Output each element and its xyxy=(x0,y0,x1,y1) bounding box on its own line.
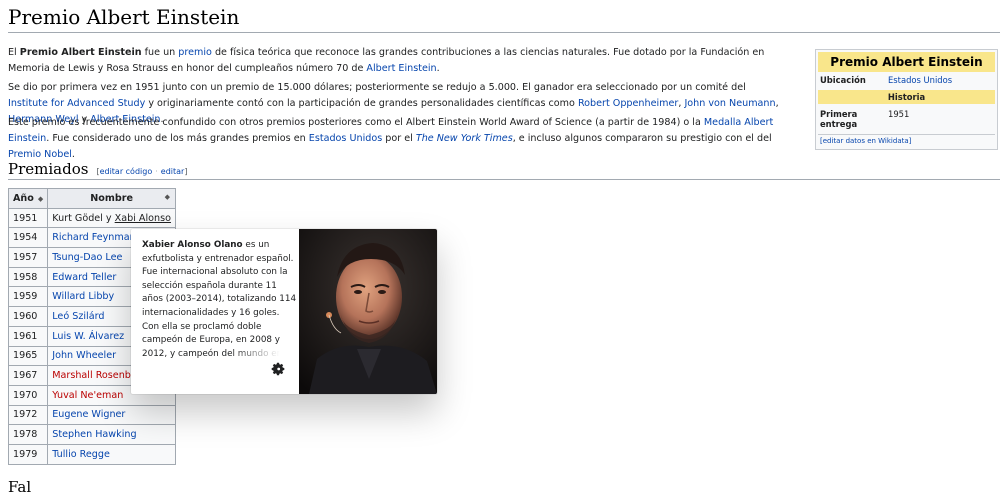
separator: · xyxy=(155,167,158,176)
preview-extract[interactable]: Xabier Alonso Olano es un exfutbolista y… xyxy=(142,239,299,359)
table-row: 1979 Tullio Regge xyxy=(7,443,176,465)
year-cell: 1978 xyxy=(7,424,49,445)
winner-link-hovered[interactable]: Xabi Alonso xyxy=(115,213,171,224)
intro-paragraph-1: El Premio Albert Einstein fue un premio … xyxy=(8,45,788,77)
bracket: ] xyxy=(184,167,188,176)
infobox-row-primera: Primera entrega 1951 xyxy=(818,106,995,132)
gear-icon[interactable] xyxy=(271,362,285,376)
infobox-subheader: Historia xyxy=(818,90,995,104)
page-title: Premio Albert Einstein xyxy=(8,5,240,29)
text-fade xyxy=(231,345,301,359)
winner-link[interactable]: Richard Feynman xyxy=(52,232,135,243)
winner-link[interactable]: Yuval Ne'eman xyxy=(52,390,123,401)
winner-link[interactable]: Edward Teller xyxy=(52,272,116,283)
link-ias[interactable]: Institute for Advanced Study xyxy=(8,98,145,109)
header-label: Nombre xyxy=(90,192,133,204)
sort-icon[interactable]: ◆ xyxy=(38,195,43,203)
table-header-row: Año ◆ Nombre ◆ xyxy=(7,188,176,209)
name-cell: Tullio Regge xyxy=(47,443,176,465)
text: . Fue considerado uno de los más grandes… xyxy=(46,133,309,144)
year-cell: 1957 xyxy=(7,247,49,268)
text: y originariamente contó con la participa… xyxy=(145,98,578,109)
year-cell: 1979 xyxy=(7,443,49,465)
preview-name: Xabier Alonso Olano xyxy=(142,240,243,250)
year-cell: 1972 xyxy=(7,404,49,426)
infobox-value: 1951 xyxy=(888,109,910,119)
year-cell: 1965 xyxy=(7,345,49,367)
year-cell: 1954 xyxy=(7,227,49,249)
infobox: Premio Albert Einstein Ubicación Estados… xyxy=(815,49,998,150)
sort-icon[interactable]: ◆ xyxy=(165,193,170,201)
column-header-year[interactable]: Año ◆ xyxy=(7,188,49,209)
page-preview-popup[interactable]: Xabier Alonso Olano es un exfutbolista y… xyxy=(131,229,437,394)
name-cell: Stephen Hawking xyxy=(47,424,176,445)
link-premio-nobel[interactable]: Premio Nobel xyxy=(8,149,72,160)
winner-name: Kurt Gödel xyxy=(52,212,103,224)
table-row: 1951 Kurt Gödel y Xabi Alonso xyxy=(7,207,176,229)
year-cell: 1970 xyxy=(7,384,49,406)
year-cell: 1960 xyxy=(7,306,49,327)
text: Este premio es frecuentemente confundido… xyxy=(8,117,704,128)
text: por el xyxy=(382,133,416,144)
infobox-link-estados-unidos[interactable]: Estados Unidos xyxy=(888,75,952,85)
text: , xyxy=(775,98,779,109)
year-cell: 1959 xyxy=(7,286,49,308)
year-cell: 1951 xyxy=(7,207,49,229)
infobox-row-ubicacion: Ubicación Estados Unidos xyxy=(818,72,995,88)
winner-link[interactable]: Willard Libby xyxy=(52,291,114,302)
text: . xyxy=(71,149,75,160)
winner-link[interactable]: Leó Szilárd xyxy=(52,311,104,322)
section-divider xyxy=(8,179,1000,180)
year-cell: 1958 xyxy=(7,266,49,288)
title-divider xyxy=(8,32,1000,33)
link-nyt[interactable]: The New York Times xyxy=(416,133,513,144)
link-von-neumann[interactable]: John von Neumann xyxy=(684,98,775,109)
winner-link[interactable]: Tsung-Dao Lee xyxy=(52,252,122,263)
link-estados-unidos[interactable]: Estados Unidos xyxy=(309,133,382,144)
intro-paragraph-3: Este premio es frecuentemente confundido… xyxy=(8,115,788,163)
section-title: Premiados xyxy=(8,160,89,178)
year-cell: 1961 xyxy=(7,325,49,347)
infobox-edit-row: [editar datos en Wikidata] xyxy=(818,134,995,147)
winner-link[interactable]: Eugene Wigner xyxy=(52,409,125,420)
text: Se dio por primera vez en 1951 junto con… xyxy=(8,82,746,93)
edit-wikidata-link[interactable]: [editar datos en Wikidata] xyxy=(820,137,911,145)
name-cell: Eugene Wigner xyxy=(47,404,176,426)
header-label: Año xyxy=(13,192,34,204)
section-heading: Premiados [editar código · editar] xyxy=(8,160,187,178)
bold-term: Premio Albert Einstein xyxy=(19,47,142,58)
winner-link[interactable]: Tullio Regge xyxy=(52,449,110,460)
preview-text: es un exfutbolista y entrenador español.… xyxy=(142,240,297,359)
text: El xyxy=(8,47,20,58)
winner-link[interactable]: Stephen Hawking xyxy=(52,429,136,440)
table-row: 1978 Stephen Hawking xyxy=(7,424,176,445)
infobox-title: Premio Albert Einstein xyxy=(818,52,995,72)
next-section-heading: Fal xyxy=(8,478,32,496)
link-albert-einstein[interactable]: Albert Einstein xyxy=(366,63,436,74)
table-row: 1972 Eugene Wigner xyxy=(7,404,176,426)
infobox-key: Ubicación xyxy=(820,75,866,85)
text: , e incluso algunos compararon su presti… xyxy=(512,133,772,144)
infobox-key: Primera entrega xyxy=(820,109,858,129)
section-edit-links: [editar código · editar] xyxy=(96,167,187,176)
winner-link[interactable]: John Wheeler xyxy=(52,350,116,361)
winner-link[interactable]: Luis W. Álvarez xyxy=(52,331,124,342)
name-cell: Kurt Gödel y Xabi Alonso xyxy=(47,207,176,229)
year-cell: 1967 xyxy=(7,365,49,386)
joiner-text: y xyxy=(102,212,115,224)
preview-photo[interactable] xyxy=(299,229,437,394)
edit-link[interactable]: editar xyxy=(161,167,185,176)
link-premio[interactable]: premio xyxy=(178,47,212,58)
text: fue un xyxy=(141,47,179,58)
text: . xyxy=(436,63,440,74)
column-header-name[interactable]: Nombre ◆ xyxy=(47,188,176,209)
link-oppenheimer[interactable]: Robert Oppenheimer xyxy=(578,98,678,109)
edit-code-link[interactable]: editar código xyxy=(100,167,153,176)
